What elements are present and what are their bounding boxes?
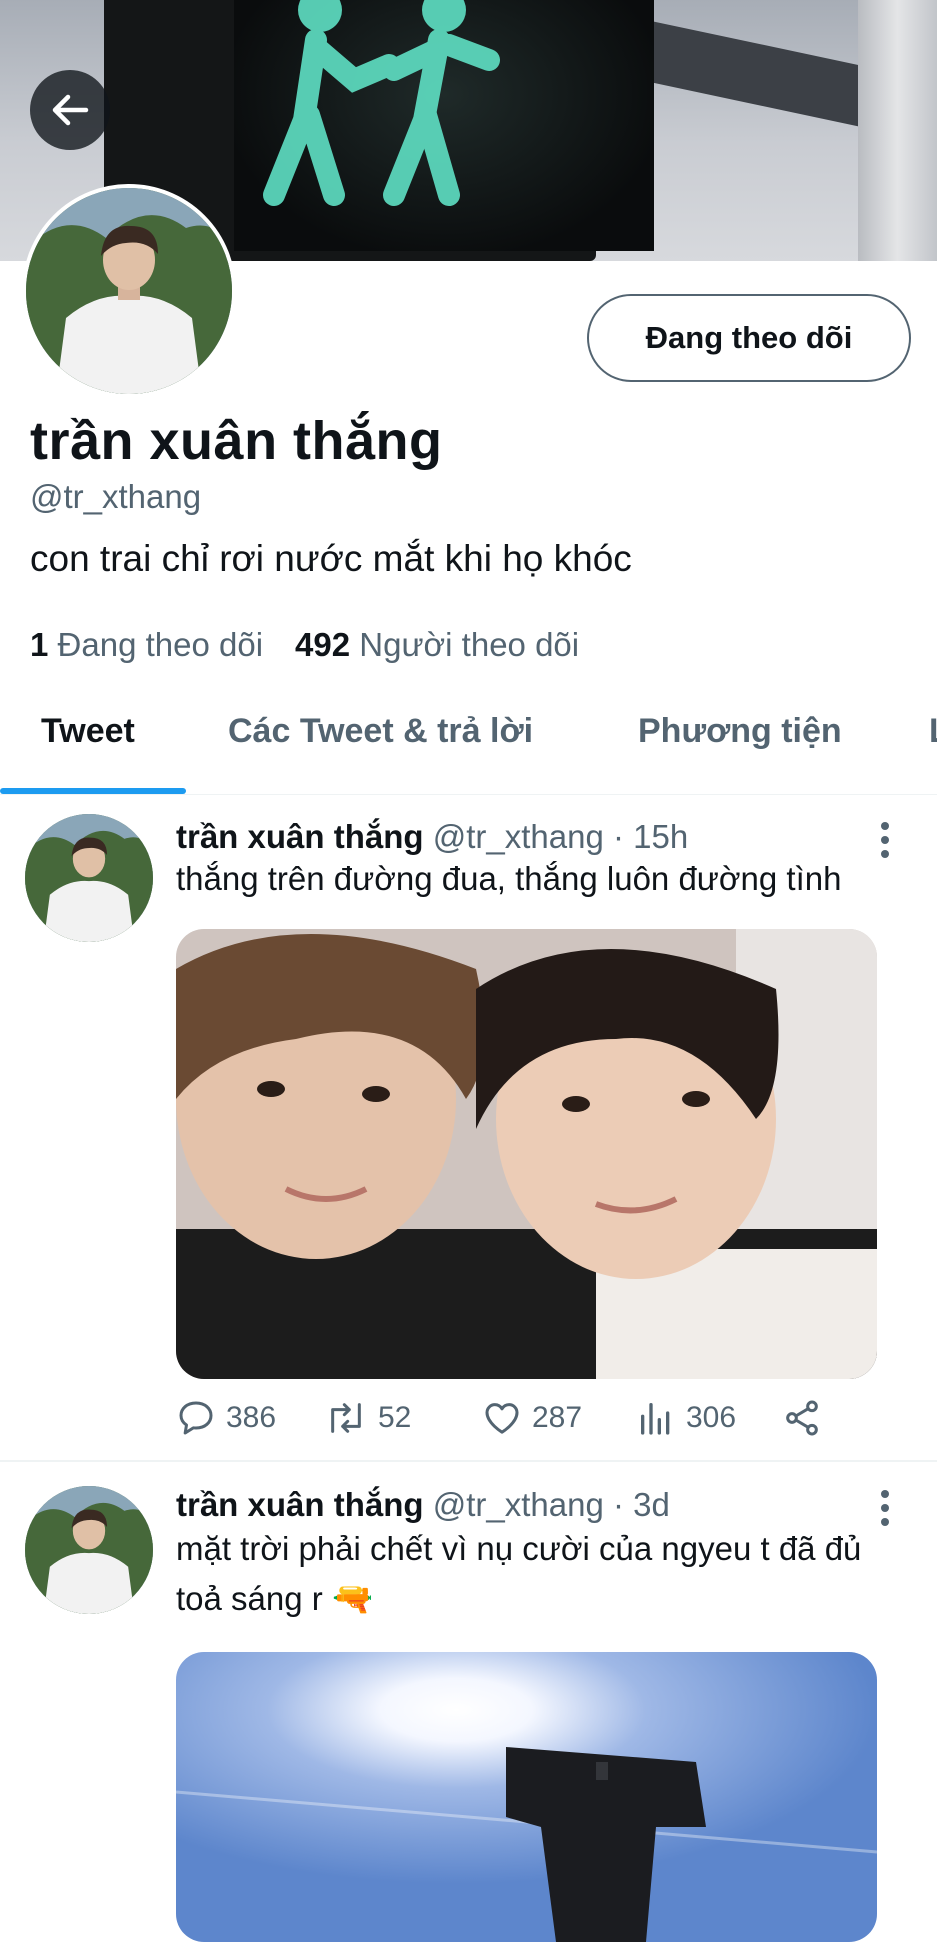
tweet-actions: 386 52 287 306 [176,1398,876,1448]
followers-label: Người theo dõi [359,626,580,663]
views-count: 306 [686,1401,737,1434]
tab-likes[interactable]: L [929,712,937,751]
tweet-text-line: mặt trời phải chết vì nụ cười của ngyeu … [176,1530,862,1567]
tweet-author-name[interactable]: trần xuân thắng [176,1486,424,1523]
following-stat[interactable]: 1 Đang theo dõi [30,626,263,664]
tweet[interactable]: trần xuân thắng @tr_xthang · 3d mặt trời… [0,1462,937,1942]
following-count: 1 [30,626,49,663]
views-icon [641,1403,670,1435]
tweet-photo[interactable] [176,1652,877,1942]
tweet-text-line: toả sáng r 🔫 [176,1580,374,1617]
retweet-action[interactable]: 52 [324,1398,411,1438]
followers-stat[interactable]: 492 Người theo dõi [295,626,579,664]
following-label: Đang theo dõi [57,626,264,663]
profile-name: trần xuân thắng [30,411,443,471]
banner-pole [858,0,937,261]
reply-action[interactable]: 386 [176,1398,276,1438]
tweet-header: trần xuân thắng @tr_xthang · 15h [176,818,688,856]
profile-handle: @tr_xthang [30,478,202,515]
tweet-header: trần xuân thắng @tr_xthang · 3d [176,1486,670,1524]
tweet-handle-time: @tr_xthang · 15h [432,818,689,855]
tweet-handle-time: @tr_xthang · 3d [432,1486,670,1523]
tweet-avatar[interactable] [25,814,153,942]
tweet-photo[interactable] [176,929,877,1379]
reply-count: 386 [226,1401,277,1434]
tab-tweets[interactable]: Tweet [41,712,135,751]
tweet-text: thắng trên đường đua, thắng luôn đường t… [176,860,842,897]
followers-count: 492 [295,626,351,663]
profile-bio: con trai chỉ rơi nước mắt khi họ khóc [30,538,632,579]
retweet-count: 52 [378,1401,412,1434]
retweet-icon [331,1403,361,1433]
back-arrow-icon [52,94,89,126]
tweet-avatar[interactable] [25,1486,153,1614]
tab-tweets-and-replies[interactable]: Các Tweet & trả lời [228,712,533,751]
more-icon[interactable] [870,1488,900,1528]
profile-stats: 1 Đang theo dõi 492 Người theo dõi [30,626,579,664]
profile-tabs: Tweet Các Tweet & trả lời Phương tiện L [0,694,937,795]
tweet[interactable]: trần xuân thắng @tr_xthang · 15h thắng t… [0,794,937,1462]
profile-avatar[interactable] [22,184,236,398]
tweet-author-name[interactable]: trần xuân thắng [176,818,424,855]
views-action[interactable]: 306 [636,1398,736,1438]
like-count: 287 [532,1401,583,1434]
like-icon [485,1403,519,1434]
water-gun-emoji: 🔫 [331,1580,374,1617]
back-button[interactable] [30,70,110,150]
share-action[interactable] [782,1398,822,1438]
like-action[interactable]: 287 [482,1398,582,1438]
tab-media[interactable]: Phương tiện [638,712,842,751]
tweet-text: mặt trời phải chết vì nụ cười của ngyeu … [176,1524,916,1624]
share-icon [786,1400,818,1436]
reply-icon [179,1401,213,1435]
following-button[interactable]: Đang theo dõi [587,294,911,382]
